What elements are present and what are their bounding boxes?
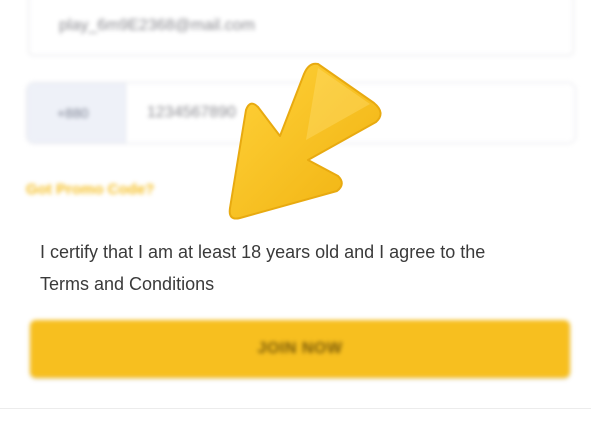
arrow-pointer-icon — [228, 62, 382, 220]
